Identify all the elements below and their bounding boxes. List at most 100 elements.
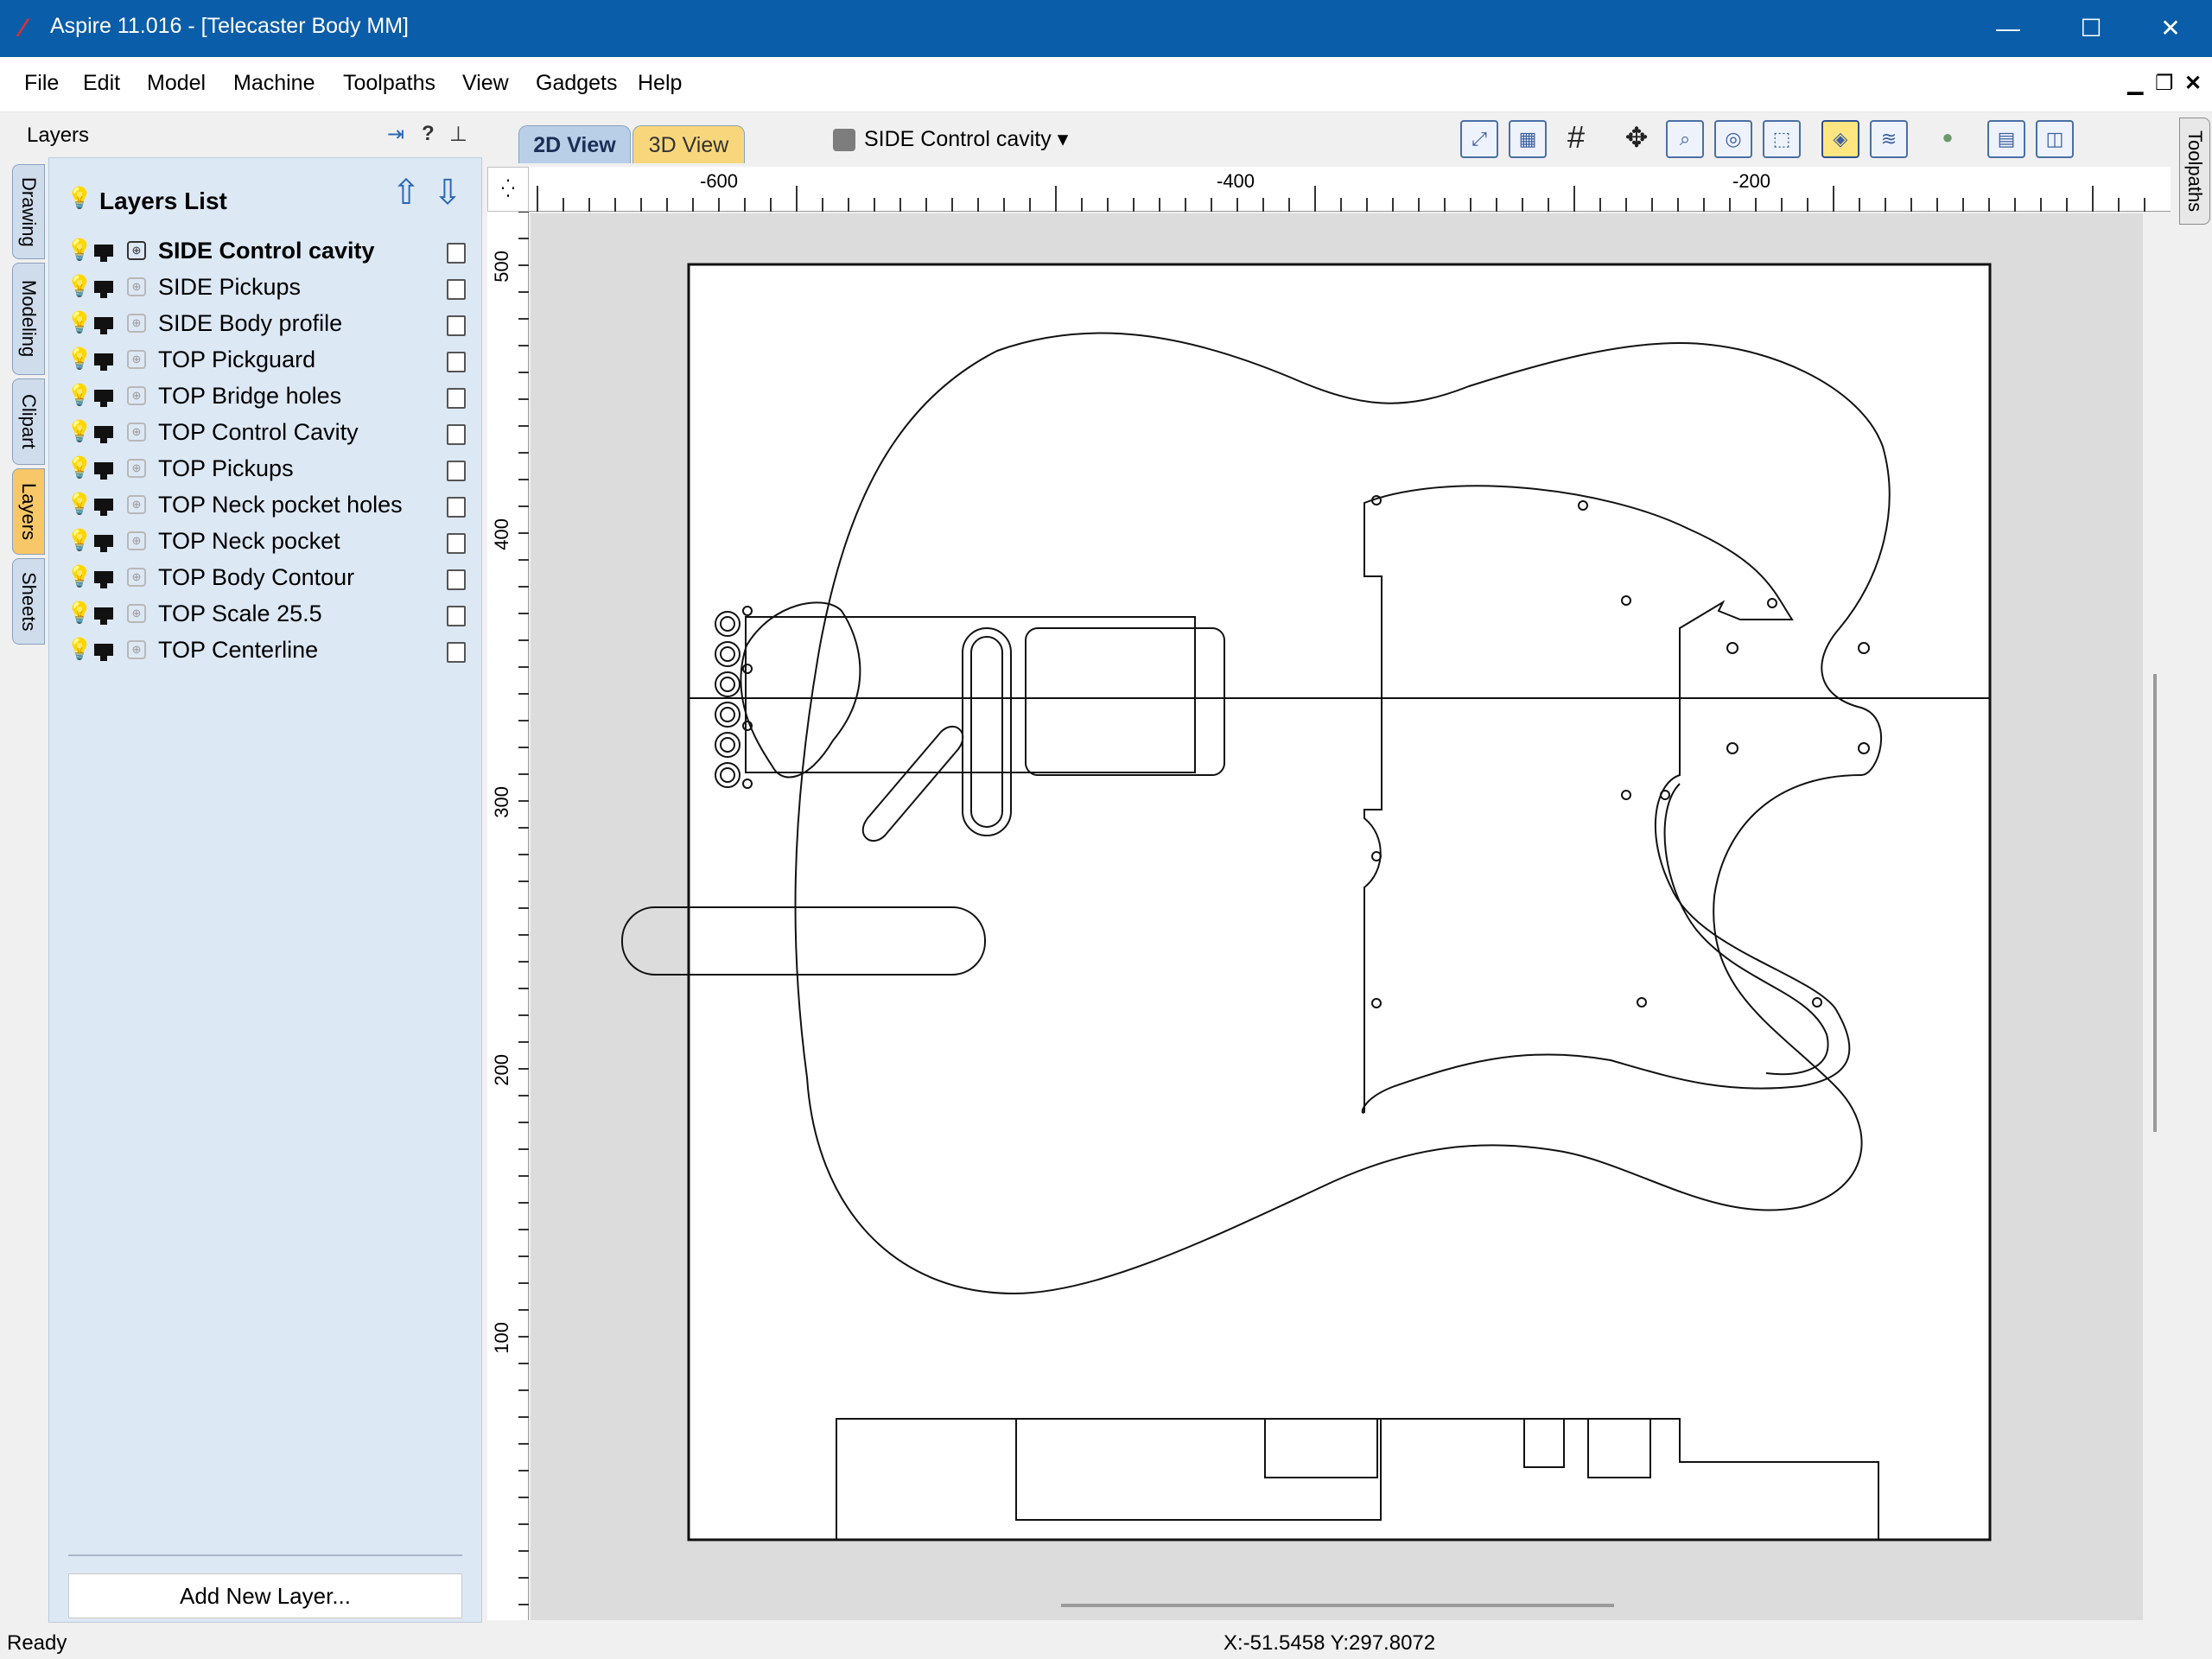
zoom-box-icon[interactable]: ⌕ xyxy=(1666,120,1704,158)
job-setup-icon[interactable]: ▦ xyxy=(1509,120,1547,158)
active-layer-dropdown[interactable]: SIDE Control cavity ▾ xyxy=(833,124,1068,156)
monitor-icon[interactable] xyxy=(94,426,113,443)
lightbulb-icon[interactable]: 💡 xyxy=(67,383,92,408)
menu-machine[interactable]: Machine xyxy=(233,71,315,96)
layer-row[interactable]: 💡 ⊕ TOP Bridge holes xyxy=(67,379,473,414)
layer-lock-icon[interactable]: ⊕ xyxy=(127,604,146,623)
layer-sheet-icon[interactable] xyxy=(447,352,466,372)
layer-row[interactable]: 💡 ⊕ TOP Centerline xyxy=(67,633,473,668)
layer-sheet-icon[interactable] xyxy=(447,243,466,264)
zoom-all-icon[interactable]: ◎ xyxy=(1714,120,1752,158)
layer-row[interactable]: 💡 ⊕ TOP Pickguard xyxy=(67,343,473,378)
layer-sheet-icon[interactable] xyxy=(447,533,466,554)
mdi-restore-icon[interactable]: ❐ xyxy=(2155,71,2174,96)
layer-lock-icon[interactable]: ⊕ xyxy=(127,423,146,442)
lightbulb-icon[interactable]: 💡 xyxy=(67,186,92,211)
monitor-icon[interactable] xyxy=(94,499,113,516)
ruler-origin-icon[interactable]: ⁛ xyxy=(487,167,529,212)
mdi-close-icon[interactable]: ✕ xyxy=(2184,71,2202,96)
pin-icon[interactable]: ⊥ xyxy=(449,122,467,147)
layer-lock-icon[interactable]: ⊕ xyxy=(127,495,146,514)
layer-lock-icon[interactable]: ⊕ xyxy=(127,640,146,659)
layer-sheet-icon[interactable] xyxy=(447,497,466,518)
lightbulb-icon[interactable]: 💡 xyxy=(67,564,92,589)
vertical-scrollbar[interactable] xyxy=(2153,674,2157,1132)
layer-lock-icon[interactable]: ⊕ xyxy=(127,459,146,478)
tab-toolpaths[interactable]: Toolpaths xyxy=(2179,118,2210,225)
split-horizontal-icon[interactable]: ▤ xyxy=(1987,120,2025,158)
monitor-icon[interactable] xyxy=(94,245,113,262)
show-toolpaths-icon[interactable]: ≋ xyxy=(1870,120,1908,158)
layer-sheet-icon[interactable] xyxy=(447,279,466,300)
lightbulb-icon[interactable]: 💡 xyxy=(67,310,92,335)
pan-icon[interactable]: ✥ xyxy=(1618,120,1656,158)
zoom-to-material-icon[interactable]: ⤢ xyxy=(1460,120,1498,158)
layer-sheet-icon[interactable] xyxy=(447,642,466,663)
mdi-minimize-icon[interactable]: ▁ xyxy=(2127,71,2143,96)
monitor-icon[interactable] xyxy=(94,353,113,371)
add-new-layer-button[interactable]: Add New Layer... xyxy=(68,1573,462,1618)
menu-edit[interactable]: Edit xyxy=(83,71,120,96)
tab-clipart[interactable]: Clipart xyxy=(12,378,45,465)
lightbulb-icon[interactable]: 💡 xyxy=(67,601,92,626)
monitor-icon[interactable] xyxy=(94,571,113,588)
grid-icon[interactable]: # xyxy=(1557,120,1595,158)
monitor-icon[interactable] xyxy=(94,317,113,334)
zoom-selection-icon[interactable]: ⬚ xyxy=(1763,120,1801,158)
horizontal-scrollbar[interactable] xyxy=(1061,1604,1614,1607)
monitor-icon[interactable] xyxy=(94,535,113,552)
lightbulb-icon[interactable]: 💡 xyxy=(67,238,92,263)
tab-layers[interactable]: Layers xyxy=(12,468,45,555)
layer-lock-icon[interactable]: ⊕ xyxy=(127,314,146,333)
lightbulb-icon[interactable]: 💡 xyxy=(67,637,92,662)
monitor-icon[interactable] xyxy=(94,607,113,625)
move-layer-down-icon[interactable]: ⇩ xyxy=(431,174,464,213)
monitor-icon[interactable] xyxy=(94,462,113,480)
layer-row[interactable]: 💡 ⊕ TOP Neck pocket holes xyxy=(67,488,473,523)
menu-help[interactable]: Help xyxy=(638,71,682,96)
show-vectors-icon[interactable]: ◈ xyxy=(1821,120,1859,158)
split-vertical-icon[interactable]: ◫ xyxy=(2036,120,2074,158)
layer-row[interactable]: 💡 ⊕ TOP Control Cavity xyxy=(67,416,473,450)
layer-row[interactable]: 💡 ⊕ TOP Neck pocket xyxy=(67,524,473,559)
layer-sheet-icon[interactable] xyxy=(447,315,466,336)
menu-toolpaths[interactable]: Toolpaths xyxy=(343,71,435,96)
tab-modeling[interactable]: Modeling xyxy=(12,263,45,375)
maximize-icon[interactable]: ☐ xyxy=(2050,0,2133,57)
layer-sheet-icon[interactable] xyxy=(447,569,466,590)
menu-view[interactable]: View xyxy=(462,71,509,96)
close-icon[interactable]: ✕ xyxy=(2129,0,2212,57)
monitor-icon[interactable] xyxy=(94,644,113,661)
layer-row[interactable]: 💡 ⊕ SIDE Control cavity xyxy=(67,234,473,269)
layer-lock-icon[interactable]: ⊕ xyxy=(127,386,146,405)
menu-file[interactable]: File xyxy=(24,71,59,96)
lightbulb-icon[interactable]: 💡 xyxy=(67,492,92,517)
layer-row[interactable]: 💡 ⊕ SIDE Pickups xyxy=(67,270,473,305)
tab-3d-view[interactable]: 3D View xyxy=(632,125,745,163)
layer-sheet-icon[interactable] xyxy=(447,606,466,626)
drawing-canvas[interactable] xyxy=(531,213,2143,1620)
layer-row[interactable]: 💡 ⊕ TOP Pickups xyxy=(67,452,473,486)
auto-hide-panel-icon[interactable]: ⇥ xyxy=(387,122,404,147)
lightbulb-icon[interactable]: 💡 xyxy=(67,455,92,480)
move-layer-up-icon[interactable]: ⇧ xyxy=(390,174,423,213)
lightbulb-icon[interactable]: 💡 xyxy=(67,419,92,444)
show-model-icon[interactable]: ● xyxy=(1929,120,1967,158)
layer-row[interactable]: 💡 ⊕ TOP Body Contour xyxy=(67,561,473,595)
layer-sheet-icon[interactable] xyxy=(447,424,466,445)
layer-row[interactable]: 💡 ⊕ SIDE Body profile xyxy=(67,307,473,341)
layer-lock-icon[interactable]: ⊕ xyxy=(127,531,146,550)
monitor-icon[interactable] xyxy=(94,281,113,298)
help-icon[interactable]: ? xyxy=(422,122,435,146)
horizontal-ruler[interactable]: -600 -400 -200 xyxy=(529,167,2171,212)
tab-2d-view[interactable]: 2D View xyxy=(518,125,631,163)
vertical-ruler[interactable]: 500 400 300 200 100 xyxy=(487,212,529,1620)
lightbulb-icon[interactable]: 💡 xyxy=(67,274,92,299)
layer-sheet-icon[interactable] xyxy=(447,461,466,481)
layer-sheet-icon[interactable] xyxy=(447,388,466,409)
menu-model[interactable]: Model xyxy=(147,71,206,96)
layer-lock-icon[interactable]: ⊕ xyxy=(127,350,146,369)
menu-gadgets[interactable]: Gadgets xyxy=(536,71,618,96)
layer-lock-icon[interactable]: ⊕ xyxy=(127,277,146,296)
tab-sheets[interactable]: Sheets xyxy=(12,558,45,645)
